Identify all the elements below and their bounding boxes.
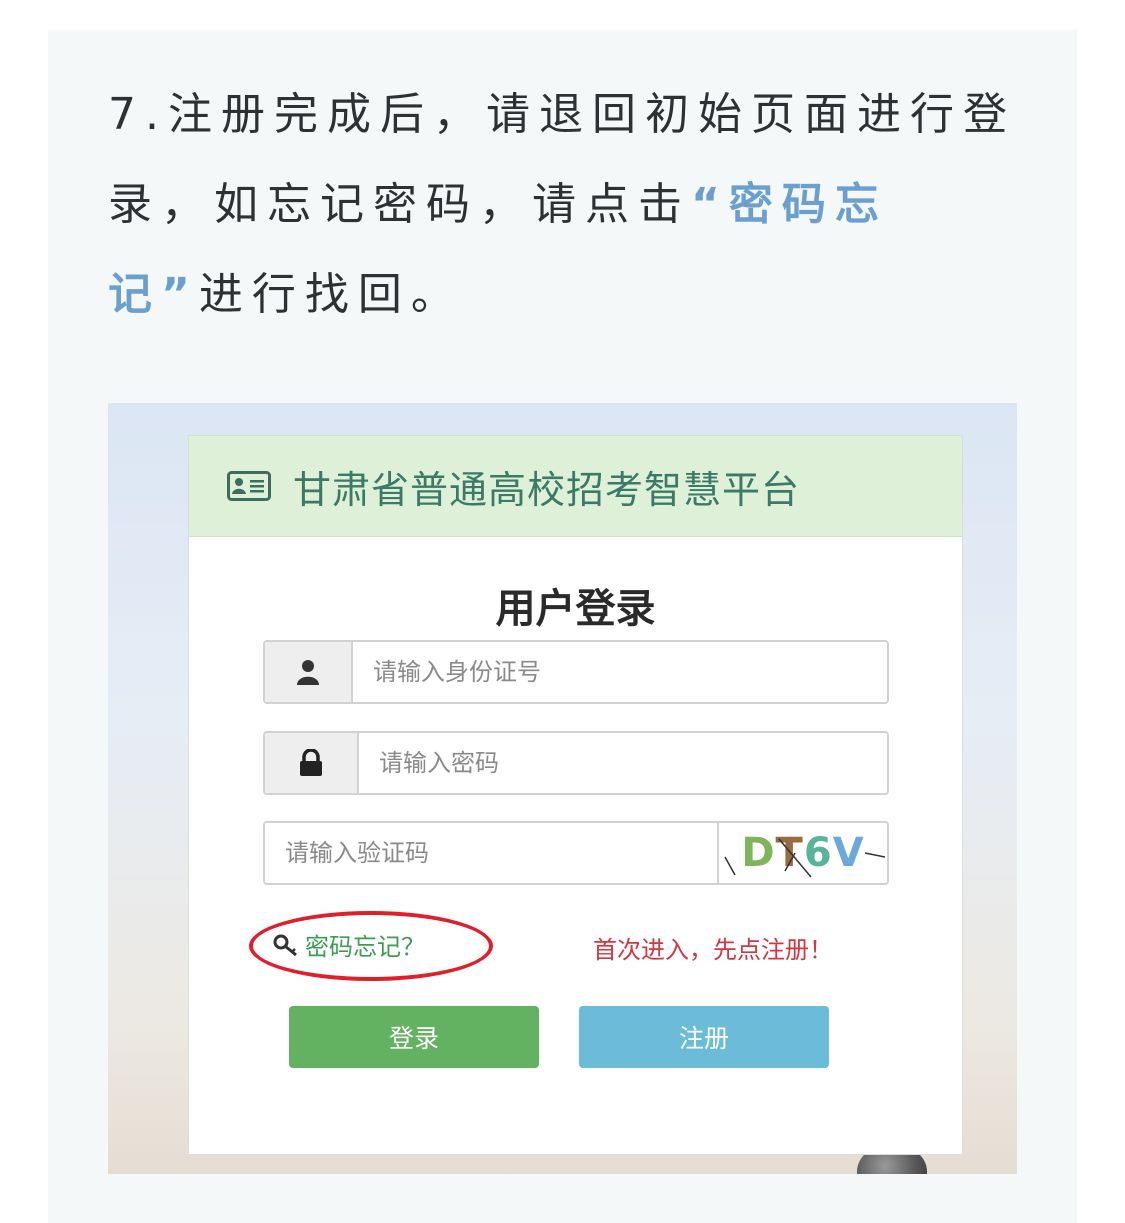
- captcha-image[interactable]: DT6V: [717, 823, 887, 883]
- user-icon: [297, 660, 319, 685]
- captcha-input[interactable]: [265, 823, 717, 883]
- login-screenshot: 甘肃省普通高校招考智慧平台 用户登录 请输入身份证号 请输入验证码 DT6V 密…: [108, 403, 1017, 1174]
- id-number-group: [263, 640, 889, 704]
- platform-title: 甘肃省普通高校招考智慧平台: [293, 467, 801, 512]
- login-button[interactable]: 登录: [289, 1006, 539, 1068]
- register-button[interactable]: 注册: [579, 1006, 829, 1068]
- key-icon: [273, 934, 297, 956]
- first-time-hint[interactable]: 首次进入，先点注册！: [593, 930, 833, 965]
- captcha-noise: [724, 838, 885, 878]
- password-group: [263, 731, 889, 795]
- lock-addon: [265, 733, 359, 793]
- forgot-password-link[interactable]: 密码忘记？: [249, 911, 493, 981]
- login-title: 用户登录: [495, 586, 656, 632]
- password-input[interactable]: [359, 733, 887, 793]
- captcha-group: DT6V: [263, 821, 889, 885]
- instruction-part2: 进行找回。: [198, 269, 464, 320]
- lock-icon: [300, 749, 322, 776]
- login-panel: 甘肃省普通高校招考智慧平台 用户登录 请输入身份证号 请输入验证码 DT6V 密…: [188, 435, 963, 1155]
- id-card-icon: [227, 471, 271, 501]
- instruction-text: 7.注册完成后，请退回初始页面进行登录，如忘记密码，请点击“密码忘记”进行找回。: [108, 70, 1023, 340]
- panel-header: 甘肃省普通高校招考智慧平台: [189, 436, 962, 537]
- id-number-input[interactable]: [353, 642, 887, 702]
- forgot-password-label: 密码忘记？: [305, 933, 425, 961]
- user-addon: [265, 642, 353, 702]
